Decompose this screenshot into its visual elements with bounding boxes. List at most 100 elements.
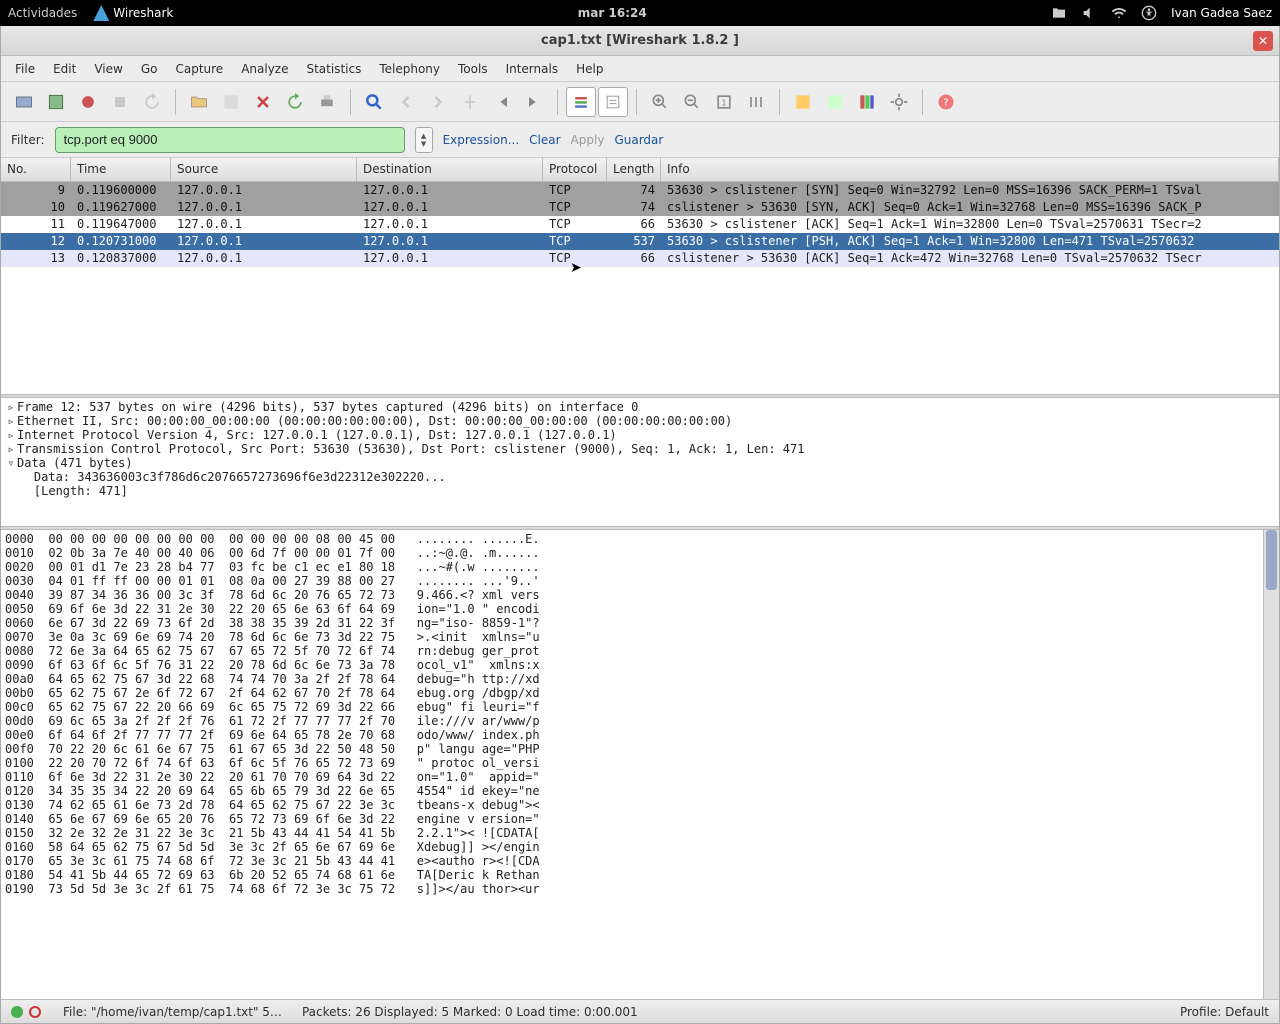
hex-line[interactable]: 00a0 64 65 62 75 67 3d 22 68 74 74 70 3a… (5, 672, 1275, 686)
status-profile[interactable]: Profile: Default (1180, 1005, 1269, 1019)
go-first-icon[interactable] (487, 87, 517, 117)
clock[interactable]: mar 16:24 (173, 6, 1051, 20)
hex-line[interactable]: 0170 65 3e 3c 61 75 74 68 6f 72 3e 3c 21… (5, 854, 1275, 868)
find-icon[interactable] (359, 87, 389, 117)
capture-indicator-icon[interactable] (29, 1006, 41, 1018)
hex-line[interactable]: 0080 72 6e 3a 64 65 62 75 67 67 65 72 5f… (5, 644, 1275, 658)
zoom-out-icon[interactable] (677, 87, 707, 117)
coloring-rules-icon[interactable] (852, 87, 882, 117)
col-no[interactable]: No. (1, 158, 71, 181)
menu-tools[interactable]: Tools (450, 59, 496, 79)
tree-data[interactable]: Data (471 bytes) (17, 456, 133, 470)
hex-line[interactable]: 0190 73 5d 5d 3e 3c 2f 61 75 74 68 6f 72… (5, 882, 1275, 896)
hex-line[interactable]: 0150 32 2e 32 2e 31 22 3e 3c 21 5b 43 44… (5, 826, 1275, 840)
wifi-icon[interactable] (1111, 5, 1127, 21)
menu-statistics[interactable]: Statistics (298, 59, 369, 79)
print-icon[interactable] (312, 87, 342, 117)
filter-history-dropdown[interactable]: ▲▼ (415, 127, 433, 153)
hex-line[interactable]: 0020 00 01 d1 7e 23 28 b4 77 03 fc be c1… (5, 560, 1275, 574)
hex-line[interactable]: 0110 6f 6e 3d 22 31 2e 30 22 20 61 70 70… (5, 770, 1275, 784)
colorize-icon[interactable] (566, 87, 596, 117)
table-row[interactable]: 110.119647000127.0.0.1127.0.0.1TCP665363… (1, 216, 1279, 233)
expand-toggle[interactable]: ▿ (5, 456, 17, 470)
hex-line[interactable]: 0070 3e 0a 3c 69 6e 69 74 20 78 6d 6c 6e… (5, 630, 1275, 644)
volume-icon[interactable] (1081, 5, 1097, 21)
capture-options-icon[interactable] (41, 87, 71, 117)
tree-frame[interactable]: Frame 12: 537 bytes on wire (4296 bits),… (17, 400, 638, 414)
tree-ip[interactable]: Internet Protocol Version 4, Src: 127.0.… (17, 428, 617, 442)
packet-bytes[interactable]: 0000 00 00 00 00 00 00 00 00 00 00 00 00… (1, 530, 1279, 999)
active-app[interactable]: Wireshark (93, 5, 173, 21)
close-button[interactable]: ✕ (1253, 31, 1273, 51)
hex-line[interactable]: 0180 54 41 5b 44 65 72 69 63 6b 20 52 65… (5, 868, 1275, 882)
packet-list[interactable]: 90.119600000127.0.0.1127.0.0.1TCP7453630… (1, 182, 1279, 394)
menu-edit[interactable]: Edit (45, 59, 84, 79)
open-file-icon[interactable] (184, 87, 214, 117)
hex-line[interactable]: 00c0 65 62 75 67 22 20 66 69 6c 65 75 72… (5, 700, 1275, 714)
hex-line[interactable]: 0010 02 0b 3a 7e 40 00 40 06 00 6d 7f 00… (5, 546, 1275, 560)
expression-button[interactable]: Expression... (443, 133, 520, 147)
hex-line[interactable]: 00d0 69 6c 65 3a 2f 2f 2f 76 61 72 2f 77… (5, 714, 1275, 728)
expand-toggle[interactable]: ▹ (5, 428, 17, 442)
packet-details[interactable]: ▹Frame 12: 537 bytes on wire (4296 bits)… (1, 398, 1279, 526)
expert-info-icon[interactable] (11, 1006, 23, 1018)
col-info[interactable]: Info (661, 158, 1279, 181)
hex-line[interactable]: 00f0 70 22 20 6c 61 6e 67 75 61 67 65 3d… (5, 742, 1275, 756)
interfaces-icon[interactable] (9, 87, 39, 117)
clear-button[interactable]: Clear (529, 133, 560, 147)
hex-line[interactable]: 0050 69 6f 6e 3d 22 31 2e 30 22 20 65 6e… (5, 602, 1275, 616)
hex-line[interactable]: 0000 00 00 00 00 00 00 00 00 00 00 00 00… (5, 532, 1275, 546)
scrollbar-thumb[interactable] (1266, 530, 1277, 590)
resize-columns-icon[interactable] (741, 87, 771, 117)
scrollbar[interactable] (1263, 530, 1279, 999)
menu-file[interactable]: File (7, 59, 43, 79)
reload-icon[interactable] (280, 87, 310, 117)
col-dst[interactable]: Destination (357, 158, 543, 181)
display-filters-icon[interactable] (820, 87, 850, 117)
menu-view[interactable]: View (86, 59, 130, 79)
hex-line[interactable]: 0140 65 6e 67 69 6e 65 20 76 65 72 73 69… (5, 812, 1275, 826)
menu-help[interactable]: Help (568, 59, 611, 79)
hex-line[interactable]: 0090 6f 63 6f 6c 5f 76 31 22 20 78 6d 6c… (5, 658, 1275, 672)
expand-toggle[interactable]: ▹ (5, 442, 17, 456)
zoom-in-icon[interactable] (645, 87, 675, 117)
table-row[interactable]: 130.120837000127.0.0.1127.0.0.1TCP66csli… (1, 250, 1279, 267)
a11y-icon[interactable] (1141, 5, 1157, 21)
hex-line[interactable]: 0130 74 62 65 61 6e 73 2d 78 64 65 62 75… (5, 798, 1275, 812)
menu-analyze[interactable]: Analyze (233, 59, 296, 79)
expand-toggle[interactable]: ▹ (5, 400, 17, 414)
auto-scroll-icon[interactable] (598, 87, 628, 117)
tree-data-len[interactable]: [Length: 471] (5, 484, 1275, 498)
hex-line[interactable]: 00e0 6f 64 6f 2f 77 77 77 2f 69 6e 64 65… (5, 728, 1275, 742)
activities-button[interactable]: Actividades (8, 6, 77, 20)
save-filter-button[interactable]: Guardar (614, 133, 663, 147)
col-proto[interactable]: Protocol (543, 158, 607, 181)
col-len[interactable]: Length (607, 158, 661, 181)
col-src[interactable]: Source (171, 158, 357, 181)
tree-tcp[interactable]: Transmission Control Protocol, Src Port:… (17, 442, 804, 456)
capture-filters-icon[interactable] (788, 87, 818, 117)
help-icon[interactable]: ? (931, 87, 961, 117)
tree-eth[interactable]: Ethernet II, Src: 00:00:00_00:00:00 (00:… (17, 414, 732, 428)
hex-line[interactable]: 0100 22 20 70 72 6f 74 6f 63 6f 6c 5f 76… (5, 756, 1275, 770)
files-icon[interactable] (1051, 5, 1067, 21)
hex-line[interactable]: 0160 58 64 65 62 75 67 5d 5d 3e 3c 2f 65… (5, 840, 1275, 854)
filter-input[interactable] (55, 127, 405, 153)
hex-line[interactable]: 0040 39 87 34 36 36 00 3c 3f 78 6d 6c 20… (5, 588, 1275, 602)
close-file-icon[interactable] (248, 87, 278, 117)
table-row[interactable]: 90.119600000127.0.0.1127.0.0.1TCP7453630… (1, 182, 1279, 199)
hex-line[interactable]: 0060 6e 67 3d 22 69 73 6f 2d 38 38 35 39… (5, 616, 1275, 630)
hex-line[interactable]: 00b0 65 62 75 67 2e 6f 72 67 2f 64 62 67… (5, 686, 1275, 700)
user-menu[interactable]: Ivan Gadea Saez (1171, 6, 1272, 20)
menu-internals[interactable]: Internals (498, 59, 567, 79)
preferences-icon[interactable] (884, 87, 914, 117)
zoom-reset-icon[interactable]: 1 (709, 87, 739, 117)
table-row[interactable]: 100.119627000127.0.0.1127.0.0.1TCP74csli… (1, 199, 1279, 216)
menu-go[interactable]: Go (133, 59, 166, 79)
tree-data-hex[interactable]: Data: 343636003c3f786d6c2076657273696f6e… (5, 470, 1275, 484)
hex-line[interactable]: 0120 34 35 35 34 22 20 69 64 65 6b 65 79… (5, 784, 1275, 798)
col-time[interactable]: Time (71, 158, 171, 181)
expand-toggle[interactable]: ▹ (5, 414, 17, 428)
packet-list-header[interactable]: No. Time Source Destination Protocol Len… (1, 158, 1279, 182)
start-capture-icon[interactable] (73, 87, 103, 117)
